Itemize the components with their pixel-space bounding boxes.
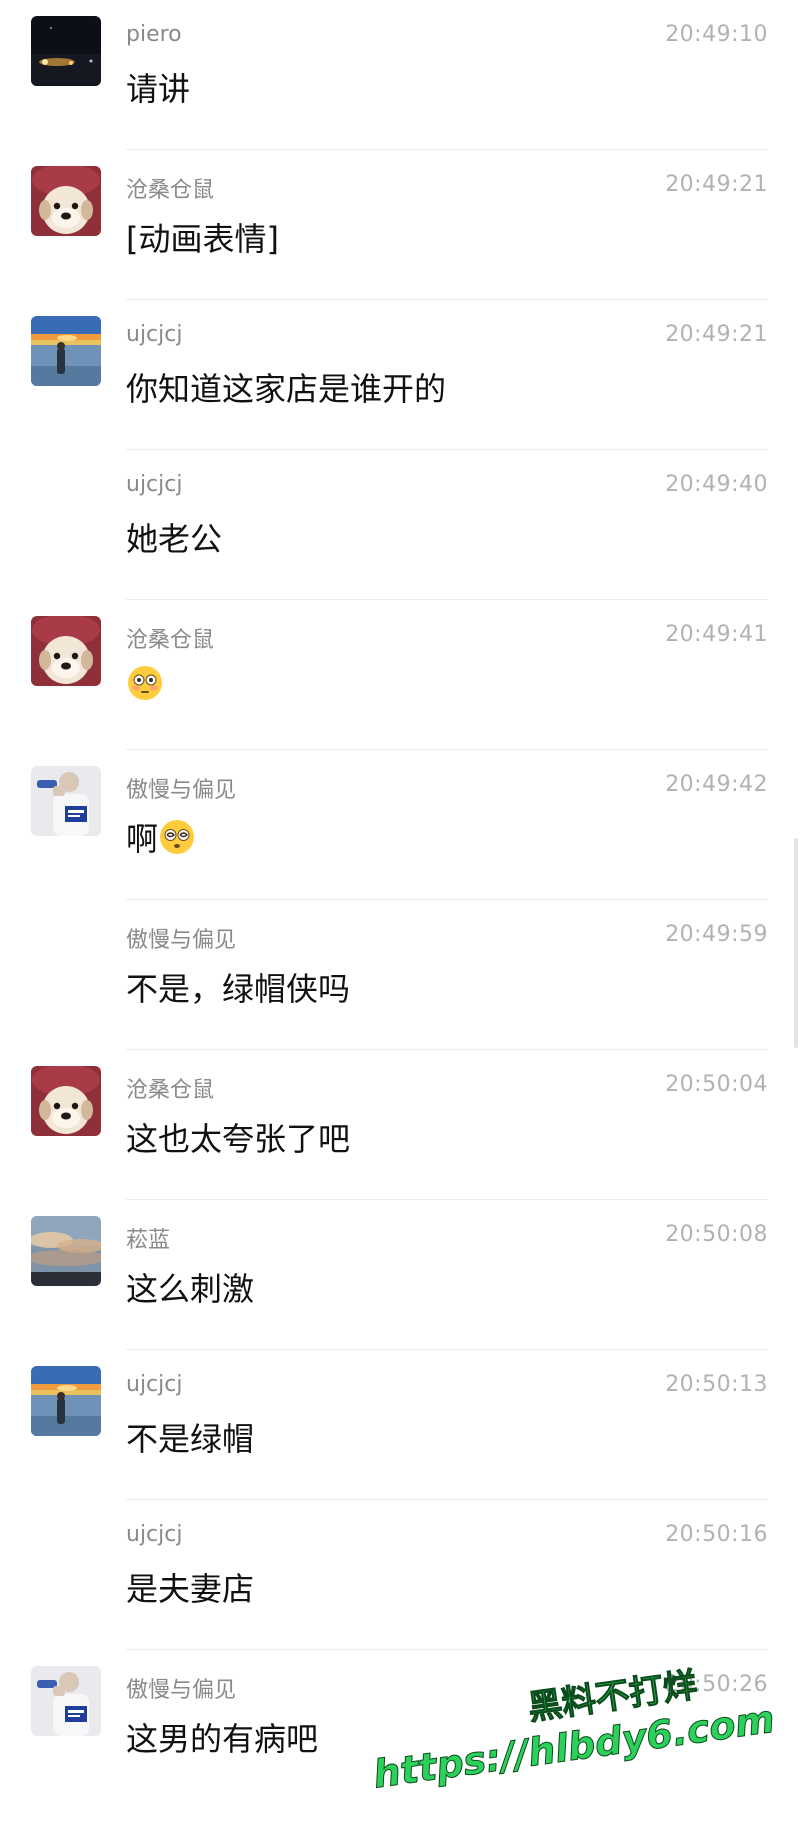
avatar[interactable] (31, 766, 101, 836)
message-time: 20:49:42 (665, 772, 768, 797)
message-item[interactable]: ujcjcj 20:50:16 是夫妻店 (0, 1500, 800, 1650)
sender-name: piero (126, 22, 182, 47)
sunset-figure-avatar (31, 1366, 101, 1436)
avatar[interactable] (31, 1666, 101, 1736)
message-time: 20:49:41 (665, 622, 768, 647)
sender-name: ujcjcj (126, 1522, 183, 1547)
message-item[interactable]: ujcjcj 20:49:40 她老公 (0, 450, 800, 600)
dog-in-red-hat-avatar (31, 616, 101, 686)
avatar[interactable] (31, 1216, 101, 1286)
avatar[interactable] (31, 1066, 101, 1136)
chat-history-list[interactable]: piero 20:49:10 请讲 沧桑仓鼠 20:49:21 [动画表情] u… (0, 0, 800, 1800)
message-item[interactable]: 沧桑仓鼠 20:49:21 [动画表情] (0, 150, 800, 300)
message-item[interactable]: 傲慢与偏见 20:49:59 不是，绿帽侠吗 (0, 900, 800, 1050)
message-text[interactable]: [动画表情] (126, 214, 279, 260)
person-drinking-avatar (31, 1666, 101, 1736)
message-text[interactable]: 不是，绿帽侠吗 (126, 964, 350, 1010)
sender-name: 沧桑仓鼠 (126, 1078, 215, 1103)
message-item[interactable]: 菘蓝 20:50:08 这么刺激 (0, 1200, 800, 1350)
message-item[interactable]: ujcjcj 20:49:21 你知道这家店是谁开的 (0, 300, 800, 450)
cloudy-sky-avatar (31, 1216, 101, 1286)
message-text-label: 这男的有病吧 (126, 1720, 319, 1758)
sender-name: 傲慢与偏见 (126, 778, 237, 803)
flushed-face-icon (126, 664, 164, 702)
message-text-label: 你知道这家店是谁开的 (126, 370, 447, 408)
message-text[interactable] (126, 664, 164, 702)
avatar[interactable] (31, 166, 101, 236)
sunset-figure-avatar (31, 316, 101, 386)
dark-night-avatar (31, 16, 101, 86)
avatar[interactable] (31, 616, 101, 686)
message-text[interactable]: 这也太夸张了吧 (126, 1114, 350, 1160)
message-time: 20:50:04 (665, 1072, 768, 1097)
message-item[interactable]: piero 20:49:10 请讲 (0, 0, 800, 150)
message-time: 20:49:21 (665, 322, 768, 347)
message-text[interactable]: 不是绿帽 (126, 1414, 254, 1460)
message-item[interactable]: ujcjcj 20:50:13 不是绿帽 (0, 1350, 800, 1500)
message-time: 20:50:13 (665, 1372, 768, 1397)
sender-name: ujcjcj (126, 1372, 183, 1397)
message-text-label: 不是，绿帽侠吗 (126, 970, 351, 1008)
dog-in-red-hat-avatar (31, 166, 101, 236)
avatar[interactable] (31, 16, 101, 86)
message-item[interactable]: 沧桑仓鼠 20:50:04 这也太夸张了吧 (0, 1050, 800, 1200)
message-text-label: 请讲 (126, 70, 191, 108)
message-text[interactable]: 是夫妻店 (126, 1564, 254, 1610)
person-drinking-avatar (31, 766, 101, 836)
message-text[interactable]: 你知道这家店是谁开的 (126, 364, 446, 410)
message-text[interactable]: 她老公 (126, 514, 222, 560)
message-text[interactable]: 这男的有病吧 (126, 1714, 318, 1760)
message-item[interactable]: 傲慢与偏见 20:49:42 啊 (0, 750, 800, 900)
message-text-label: 这也太夸张了吧 (126, 1120, 351, 1158)
message-time: 20:49:40 (665, 472, 768, 497)
message-text-label: 是夫妻店 (126, 1570, 255, 1608)
message-time: 20:49:59 (665, 922, 768, 947)
message-text[interactable]: 啊 (126, 814, 196, 860)
message-time: 20:50:08 (665, 1222, 768, 1247)
message-text-label: 她老公 (126, 520, 223, 558)
sender-name: ujcjcj (126, 322, 183, 347)
sender-name: ujcjcj (126, 472, 183, 497)
message-item[interactable]: 沧桑仓鼠 20:49:41 (0, 600, 800, 750)
sender-name: 傲慢与偏见 (126, 1678, 237, 1703)
avatar[interactable] (31, 316, 101, 386)
sender-name: 菘蓝 (126, 1228, 171, 1253)
sender-name: 沧桑仓鼠 (126, 178, 215, 203)
message-text-label: [动画表情] (126, 220, 279, 258)
sender-name: 傲慢与偏见 (126, 928, 237, 953)
message-text[interactable]: 这么刺激 (126, 1264, 254, 1310)
message-text[interactable]: 请讲 (126, 64, 190, 110)
message-time: 20:49:10 (665, 22, 768, 47)
message-text-label: 不是绿帽 (126, 1420, 255, 1458)
sender-name: 沧桑仓鼠 (126, 628, 215, 653)
avatar[interactable] (31, 1366, 101, 1436)
message-time: 20:49:21 (665, 172, 768, 197)
scrollbar[interactable] (794, 838, 798, 1048)
message-time: 20:50:16 (665, 1522, 768, 1547)
message-text-label: 啊 (126, 820, 159, 858)
dog-in-red-hat-avatar (31, 1066, 101, 1136)
dizzy-face-icon (158, 818, 196, 856)
message-text-label: 这么刺激 (126, 1270, 255, 1308)
